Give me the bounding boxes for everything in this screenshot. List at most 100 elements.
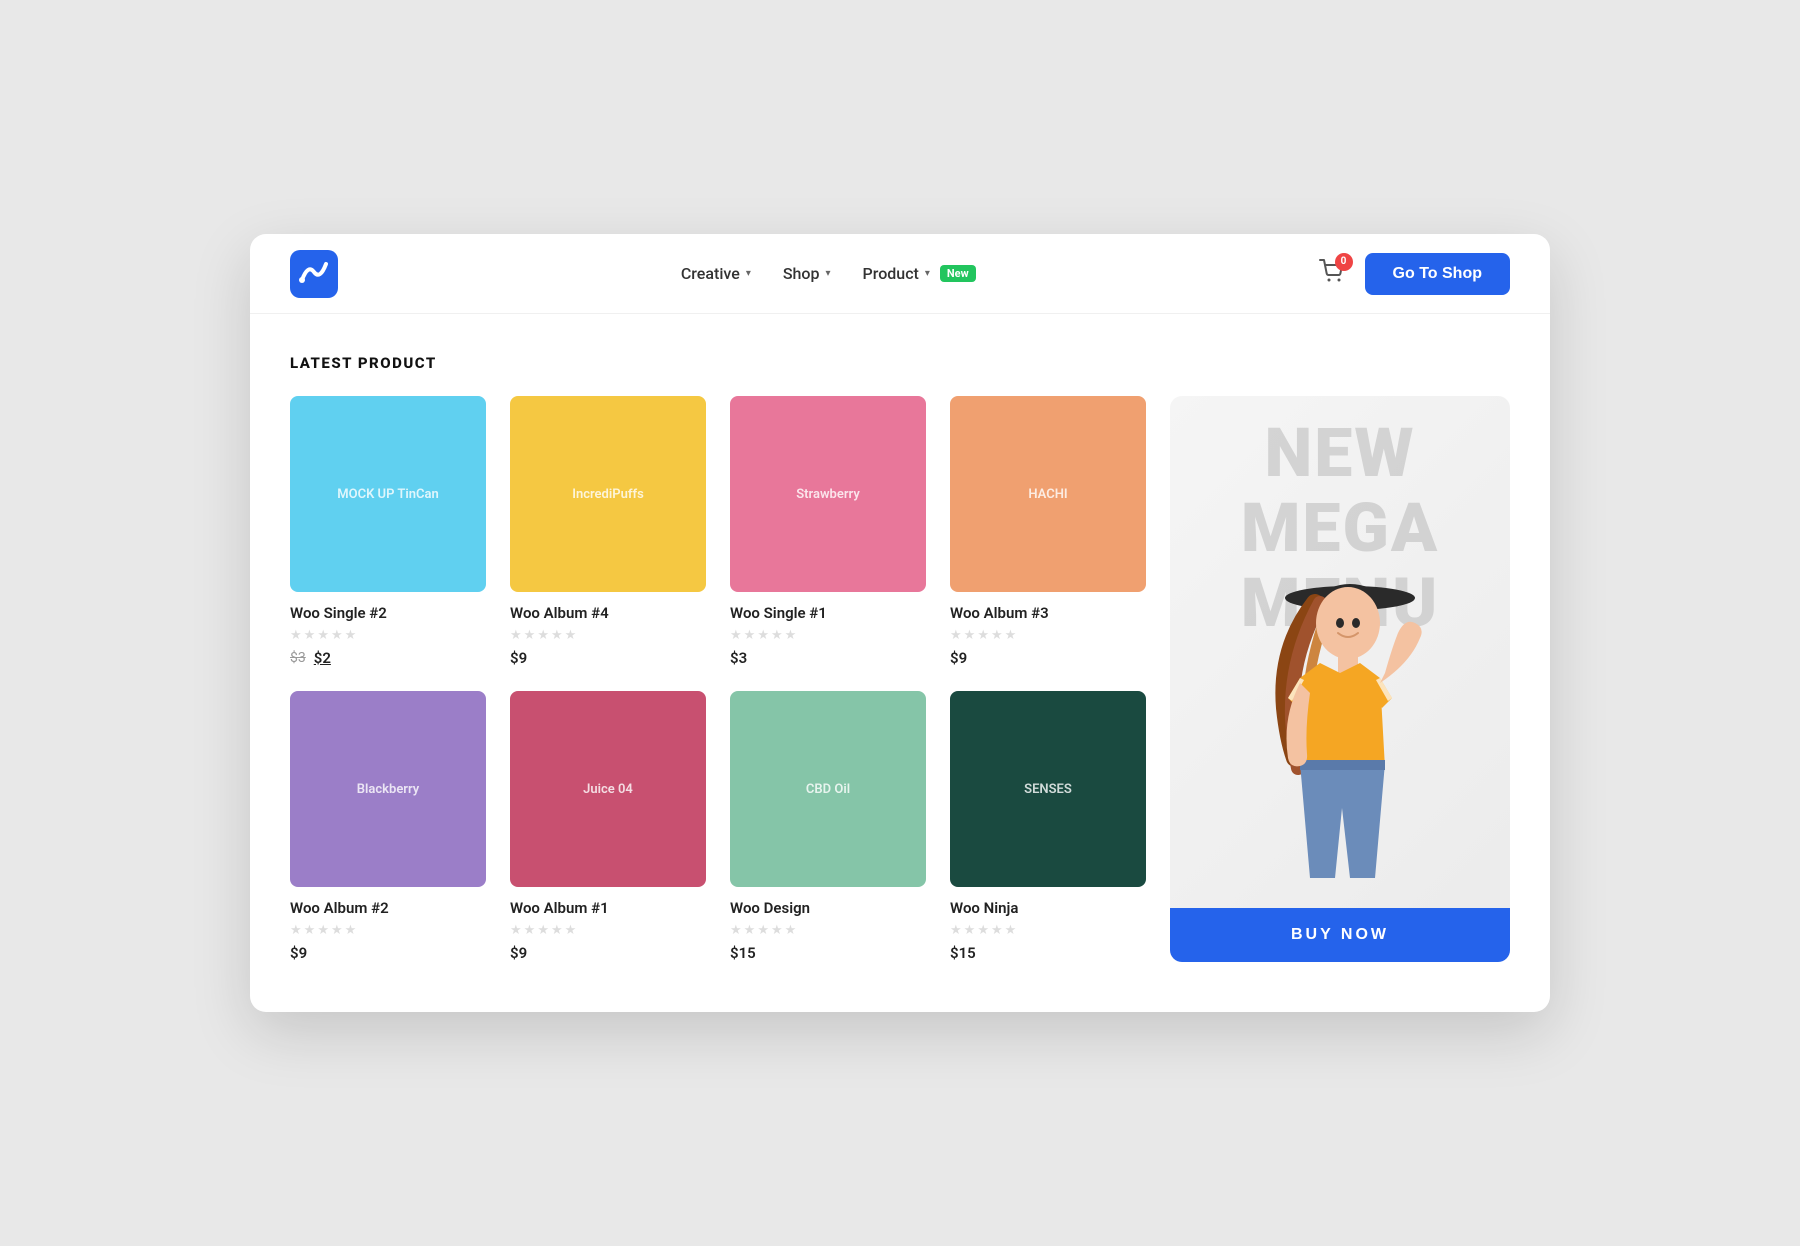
product-name-7: Woo Design [730,899,926,917]
cart-count: 0 [1335,253,1353,271]
product-image-2: IncrediPuffs [510,396,706,592]
section-title: LATEST PRODUCT [290,354,1510,372]
star-icon: ★ [524,628,536,643]
product-card-8[interactable]: SENSESWoo Ninja★★★★★$15 [950,691,1146,962]
star-icon: ★ [565,923,577,938]
nav-label-creative: Creative [681,264,740,283]
chevron-down-icon: ▾ [746,268,751,279]
product-image-5: Blackberry [290,691,486,887]
product-stars-3: ★★★★★ [730,628,926,643]
nav-item-shop[interactable]: Shop ▾ [783,264,831,283]
product-card-2[interactable]: IncrediPuffs Woo Album #4 ★★★★★ $9 [510,396,706,667]
product-image-1: MOCK UP TinCan [290,396,486,592]
new-badge: New [940,265,976,282]
star-icon: ★ [345,923,357,938]
nav-item-creative[interactable]: Creative ▾ [681,264,751,283]
nav-item-product[interactable]: Product ▾ New [863,264,976,283]
browser-window: Creative ▾ Shop ▾ Product ▾ New 0 [250,234,1550,1012]
product-image-7: CBD Oil [730,691,926,887]
star-icon: ★ [290,628,302,643]
product-image-3: Strawberry [730,396,926,592]
product-name-6: Woo Album #1 [510,899,706,917]
product-card-7[interactable]: CBD Oil Woo Design ★★★★★ $15 [730,691,926,962]
price-normal: $9 [510,649,527,667]
product-stars-8: ★★★★★ [950,923,1146,938]
product-stars-1: ★★★★★ [290,628,486,643]
star-icon: ★ [730,628,742,643]
star-icon: ★ [304,628,316,643]
products-grid: MOCK UP TinCanWoo Single #2★★★★★$3$2Incr… [290,396,1146,962]
star-icon: ★ [757,628,769,643]
star-icon: ★ [304,923,316,938]
star-icon: ★ [331,628,343,643]
star-icon: ★ [290,923,302,938]
star-icon: ★ [964,628,976,643]
buy-now-button[interactable]: BUY NOW [1170,908,1510,962]
go-to-shop-button[interactable]: Go To Shop [1365,253,1510,295]
navbar: Creative ▾ Shop ▾ Product ▾ New 0 [250,234,1550,314]
price-original: $3 [290,650,306,666]
product-stars-6: ★★★★★ [510,923,706,938]
person-illustration [1210,508,1470,908]
product-name-4: Woo Album #3 [950,604,1146,622]
star-icon: ★ [551,628,563,643]
nav-label-shop: Shop [783,264,820,283]
product-stars-2: ★★★★★ [510,628,706,643]
product-name-2: Woo Album #4 [510,604,706,622]
star-icon: ★ [977,923,989,938]
promo-person [1210,396,1470,908]
price-normal: $15 [950,944,976,962]
nav-links: Creative ▾ Shop ▾ Product ▾ New [681,264,976,283]
product-image-4: HACHI [950,396,1146,592]
star-icon: ★ [730,923,742,938]
star-icon: ★ [1005,923,1017,938]
nav-right: 0 Go To Shop [1319,253,1510,295]
price-normal: $9 [290,944,307,962]
star-icon: ★ [785,628,797,643]
star-icon: ★ [977,628,989,643]
price-normal: $9 [950,649,967,667]
star-icon: ★ [785,923,797,938]
main-content: LATEST PRODUCT MOCK UP TinCan Woo Single … [250,314,1550,1012]
star-icon: ★ [510,923,522,938]
product-card-6[interactable]: Juice 04 Woo Album #1 ★★★★★ $9 [510,691,706,962]
product-stars-4: ★★★★★ [950,628,1146,643]
logo[interactable] [290,250,338,298]
promo-banner: NEW MEGA MENU [1170,396,1510,962]
product-price-7: $15 [730,944,926,962]
product-card-4[interactable]: HACHIWoo Album #3★★★★★$9 [950,396,1146,667]
star-icon: ★ [950,628,962,643]
product-name-3: Woo Single #1 [730,604,926,622]
star-icon: ★ [771,628,783,643]
product-card-5[interactable]: BlackberryWoo Album #2★★★★★$9 [290,691,486,962]
content-layout: MOCK UP TinCanWoo Single #2★★★★★$3$2Incr… [290,396,1510,962]
star-icon: ★ [551,923,563,938]
product-image-6: Juice 04 [510,691,706,887]
product-card-1[interactable]: MOCK UP TinCan Woo Single #2 ★★★★★ $3 $2 [290,396,486,667]
star-icon: ★ [744,628,756,643]
product-price-5: $9 [290,944,486,962]
chevron-down-icon: ▾ [826,268,831,279]
product-name-1: Woo Single #2 [290,604,486,622]
star-icon: ★ [317,923,329,938]
star-icon: ★ [950,923,962,938]
star-icon: ★ [991,923,1003,938]
star-icon: ★ [1005,628,1017,643]
product-price-4: $9 [950,649,1146,667]
star-icon: ★ [345,628,357,643]
chevron-down-icon: ▾ [925,268,930,279]
price-normal: $9 [510,944,527,962]
product-stars-7: ★★★★★ [730,923,926,938]
price-sale: $2 [314,649,331,667]
price-normal: $3 [730,649,747,667]
star-icon: ★ [537,628,549,643]
product-card-3[interactable]: StrawberryWoo Single #1★★★★★$3 [730,396,926,667]
product-name-5: Woo Album #2 [290,899,486,917]
cart-button[interactable]: 0 [1319,259,1345,289]
product-price-1: $3 $2 [290,649,486,667]
product-price-2: $9 [510,649,706,667]
star-icon: ★ [331,923,343,938]
star-icon: ★ [771,923,783,938]
star-icon: ★ [991,628,1003,643]
nav-label-product: Product [863,264,919,283]
